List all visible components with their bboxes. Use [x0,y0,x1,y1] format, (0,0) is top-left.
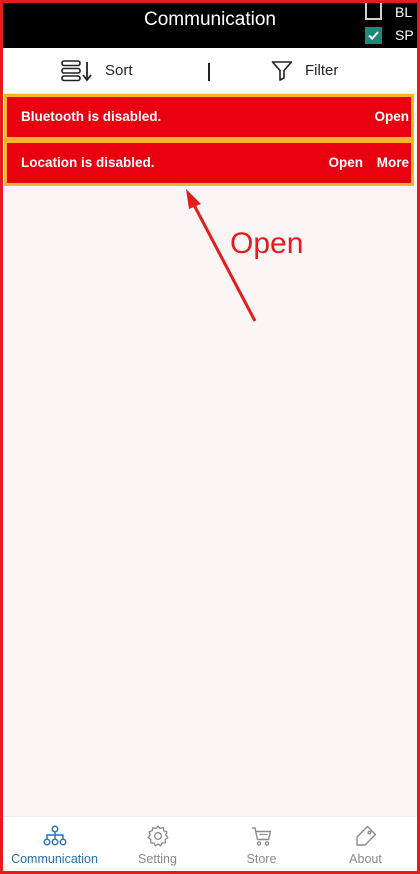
nav-label: Communication [11,852,98,866]
nav-label: Setting [138,852,177,866]
bottom-navigation: Communication Setting Store About [3,816,417,871]
nav-about[interactable]: About [314,817,417,871]
nav-label: About [349,852,382,866]
app-window: Communication BL SP Sort Filter Bluetoot… [3,3,417,871]
nav-label: Store [246,852,277,866]
nav-store[interactable]: Store [210,817,313,871]
gear-icon [147,825,168,847]
hierarchy-icon [43,825,67,846]
annotation-arrow [186,189,257,322]
nav-setting[interactable]: Setting [106,817,209,871]
nav-communication[interactable]: Communication [3,817,106,871]
cart-icon [251,827,271,846]
tag-icon [355,825,376,846]
annotation-label: Open [230,227,304,260]
